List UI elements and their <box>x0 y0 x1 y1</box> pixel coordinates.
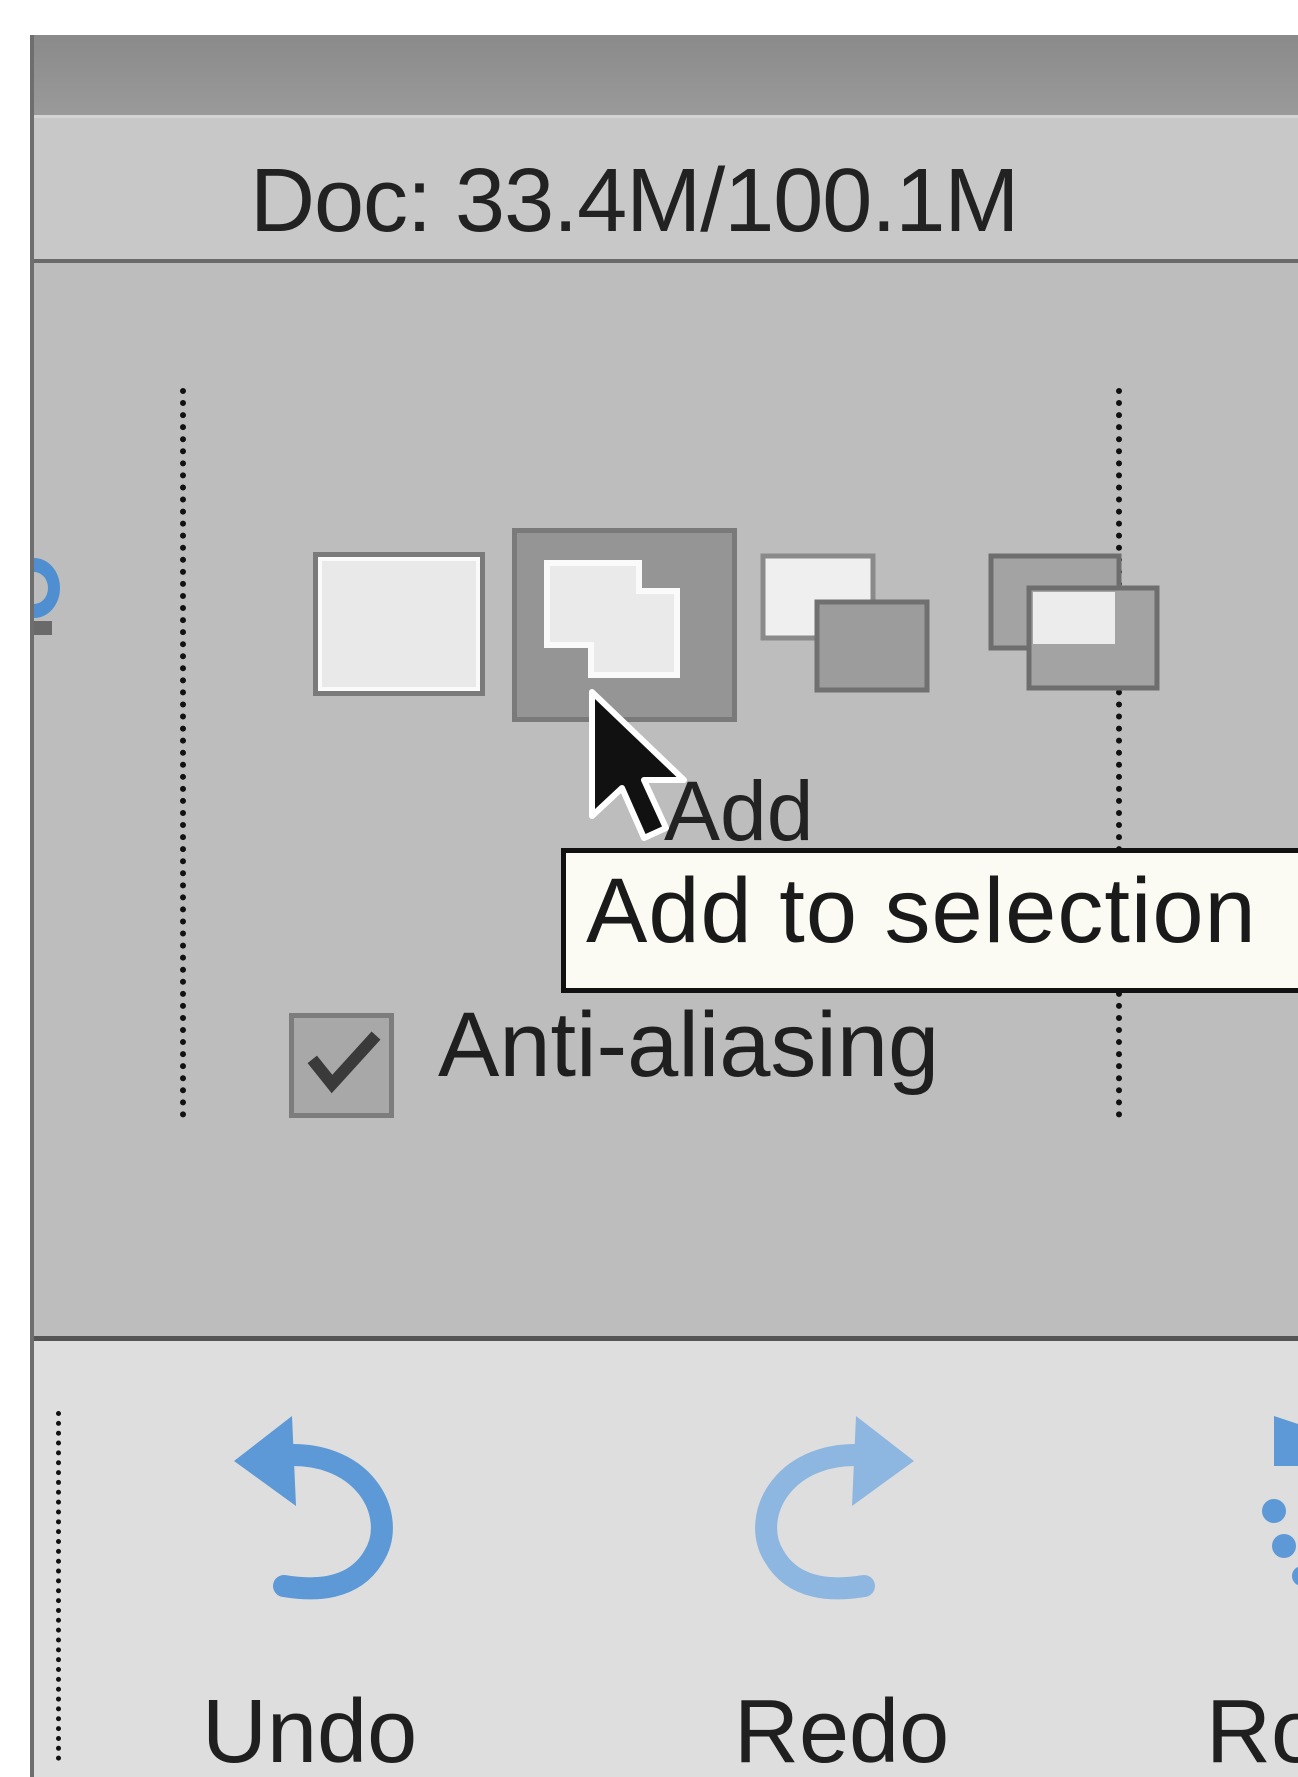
action-bar-divider <box>56 1411 61 1761</box>
rotate-label[interactable]: Ro <box>1206 1681 1298 1777</box>
tooltip: Add to selection <box>561 848 1298 993</box>
tool-options-panel: Add Anti-aliasing Add to selection <box>34 263 1298 1341</box>
checkmark-icon <box>307 1031 381 1094</box>
action-bar: Undo Redo Ro <box>34 1341 1298 1777</box>
editor-window: Doc: 33.4M/100.1M Add Anti-aliasing Add … <box>30 35 1298 1777</box>
lasso-tool-icon[interactable] <box>30 543 66 653</box>
new-selection-button[interactable] <box>313 552 485 696</box>
doc-size-info: Doc: 33.4M/100.1M <box>250 151 1019 251</box>
anti-aliasing-checkbox[interactable] <box>289 1013 394 1118</box>
redo-icon[interactable] <box>734 1406 934 1606</box>
anti-aliasing-label: Anti-aliasing <box>438 994 940 1096</box>
options-divider-right <box>1116 388 1122 1118</box>
intersect-selection-button[interactable] <box>981 548 1181 703</box>
options-divider-left <box>180 388 186 1118</box>
rotate-icon[interactable] <box>1214 1406 1298 1606</box>
subtract-selection-icon <box>760 553 930 693</box>
mouse-cursor-icon <box>589 689 687 841</box>
undo-label[interactable]: Undo <box>202 1681 417 1777</box>
intersect-selection-icon <box>988 553 1160 691</box>
panel-header-strip <box>34 35 1298 118</box>
tooltip-text: Add to selection <box>586 860 1257 962</box>
subtract-selection-button[interactable] <box>757 548 957 703</box>
redo-label[interactable]: Redo <box>734 1681 949 1777</box>
status-bar: Doc: 33.4M/100.1M <box>34 118 1298 263</box>
undo-icon[interactable] <box>214 1406 414 1606</box>
